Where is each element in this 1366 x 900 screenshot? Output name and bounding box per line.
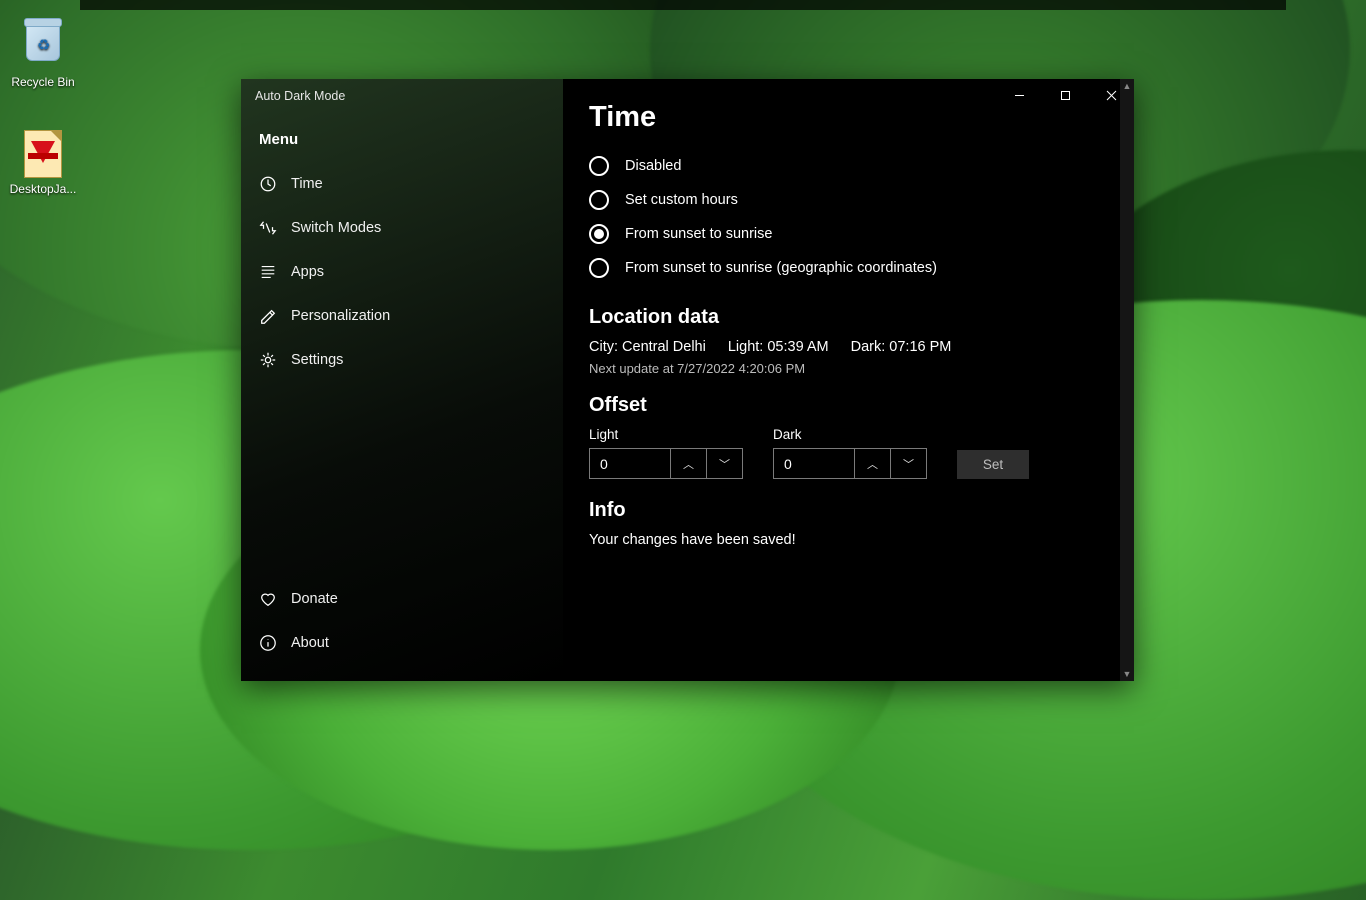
sidebar-item-apps[interactable]: Apps xyxy=(241,250,563,294)
location-city: City: Central Delhi xyxy=(589,339,706,355)
radio-custom-hours[interactable]: Set custom hours xyxy=(589,190,1094,210)
offset-row: Light ︿ ﹀ Dark ︿ ﹀ xyxy=(589,427,1094,479)
chevron-up-icon: ︿ xyxy=(683,456,694,472)
page-title: Time xyxy=(589,101,1094,134)
heart-icon xyxy=(259,590,277,608)
sidebar: Auto Dark Mode Menu Time Switch Modes A xyxy=(241,79,563,681)
radio-icon xyxy=(589,156,609,176)
desktop-icon-label: DesktopJa... xyxy=(5,182,81,196)
offset-set-button[interactable]: Set xyxy=(957,450,1029,479)
radio-label: Set custom hours xyxy=(625,192,738,208)
sidebar-item-label: Personalization xyxy=(291,308,390,324)
sidebar-item-label: Time xyxy=(291,176,323,192)
location-light-time: Light: 05:39 AM xyxy=(728,339,829,355)
location-dark-time: Dark: 07:16 PM xyxy=(851,339,952,355)
personalization-icon xyxy=(259,307,277,325)
switch-icon xyxy=(259,219,277,237)
radio-label: Disabled xyxy=(625,158,681,174)
radio-label: From sunset to sunrise (geographic coord… xyxy=(625,260,937,276)
sidebar-item-label: Apps xyxy=(291,264,324,280)
offset-light-down[interactable]: ﹀ xyxy=(707,448,743,479)
location-next-update: Next update at 7/27/2022 4:20:06 PM xyxy=(589,361,1094,376)
radio-disabled[interactable]: Disabled xyxy=(589,156,1094,176)
info-heading: Info xyxy=(589,499,1094,522)
clock-icon xyxy=(259,175,277,193)
sidebar-item-personalization[interactable]: Personalization xyxy=(241,294,563,338)
offset-dark-label: Dark xyxy=(773,427,927,442)
scroll-down-icon[interactable]: ▼ xyxy=(1120,667,1134,681)
recycle-bin-icon: ♻ xyxy=(19,23,67,71)
offset-light-label: Light xyxy=(589,427,743,442)
app-window: Auto Dark Mode Menu Time Switch Modes A xyxy=(241,79,1134,681)
sidebar-item-label: Switch Modes xyxy=(291,220,381,236)
sidebar-item-switch-modes[interactable]: Switch Modes xyxy=(241,206,563,250)
nav-bottom: Donate About xyxy=(241,573,563,669)
info-message: Your changes have been saved! xyxy=(589,532,1094,548)
nav-list: Time Switch Modes Apps Personalization xyxy=(241,156,563,388)
offset-light-input[interactable] xyxy=(589,448,671,479)
sidebar-item-donate[interactable]: Donate xyxy=(241,577,563,621)
sidebar-item-label: Settings xyxy=(291,352,343,368)
sidebar-item-settings[interactable]: Settings xyxy=(241,338,563,382)
location-info-line: City: Central Delhi Light: 05:39 AM Dark… xyxy=(589,339,1094,355)
sidebar-item-label: Donate xyxy=(291,591,338,607)
set-button-label: Set xyxy=(983,457,1003,472)
chevron-up-icon: ︿ xyxy=(867,456,878,472)
offset-dark-field: Dark ︿ ﹀ xyxy=(773,427,927,479)
radio-label: From sunset to sunrise xyxy=(625,226,772,242)
time-mode-radio-group: Disabled Set custom hours From sunset to… xyxy=(589,156,1094,278)
radio-icon xyxy=(589,224,609,244)
gear-icon xyxy=(259,351,277,369)
radio-icon xyxy=(589,190,609,210)
offset-dark-input[interactable] xyxy=(773,448,855,479)
content-area: ▲ ▼ Time Disabled Set custom hours From … xyxy=(563,79,1134,681)
offset-heading: Offset xyxy=(589,394,1094,417)
sidebar-item-label: About xyxy=(291,635,329,651)
scrollbar[interactable]: ▲ ▼ xyxy=(1120,79,1134,681)
desktop-icon-label: Recycle Bin xyxy=(5,75,81,89)
menu-heading: Menu xyxy=(241,113,563,156)
radio-icon xyxy=(589,258,609,278)
offset-dark-down[interactable]: ﹀ xyxy=(891,448,927,479)
apps-icon xyxy=(259,263,277,281)
info-icon xyxy=(259,634,277,652)
offset-light-field: Light ︿ ﹀ xyxy=(589,427,743,479)
app-title: Auto Dark Mode xyxy=(255,89,345,103)
location-heading: Location data xyxy=(589,306,1094,329)
pdf-file-icon xyxy=(19,130,67,178)
radio-sunset-sunrise[interactable]: From sunset to sunrise xyxy=(589,224,1094,244)
radio-sunset-geo[interactable]: From sunset to sunrise (geographic coord… xyxy=(589,258,1094,278)
scroll-up-icon[interactable]: ▲ xyxy=(1120,79,1134,93)
offset-dark-up[interactable]: ︿ xyxy=(855,448,891,479)
desktop-icon-recycle-bin[interactable]: ♻ Recycle Bin xyxy=(5,17,81,89)
chevron-down-icon: ﹀ xyxy=(903,456,914,472)
titlebar[interactable]: Auto Dark Mode xyxy=(241,79,563,113)
chevron-down-icon: ﹀ xyxy=(719,456,730,472)
desktop-icon-pdf[interactable]: DesktopJa... xyxy=(5,130,81,196)
offset-light-up[interactable]: ︿ xyxy=(671,448,707,479)
sidebar-item-time[interactable]: Time xyxy=(241,162,563,206)
sidebar-item-about[interactable]: About xyxy=(241,621,563,665)
